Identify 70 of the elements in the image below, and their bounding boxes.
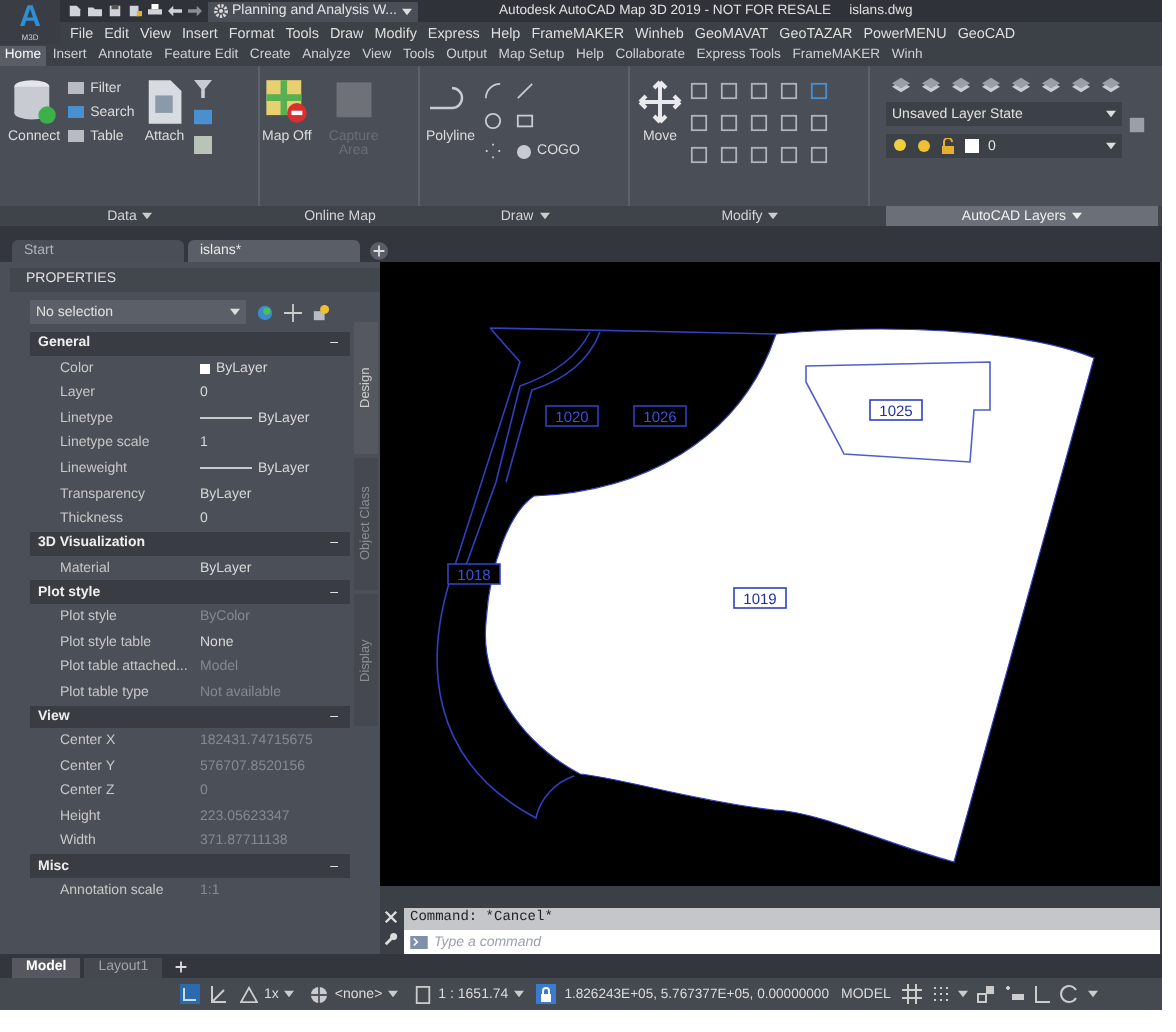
caret-icon[interactable] — [958, 990, 969, 998]
caret-icon — [230, 308, 240, 316]
dynamic-input-icon[interactable] — [1004, 984, 1025, 1004]
logo-letter: A — [19, 3, 41, 31]
circle-icon[interactable] — [483, 112, 502, 130]
map-off-icon — [264, 78, 309, 126]
map-sheet-icon[interactable] — [194, 136, 213, 154]
crosshair-icon[interactable] — [284, 303, 302, 321]
prompt-icon — [404, 930, 434, 954]
layer-tool-icon[interactable] — [892, 76, 910, 94]
caret-icon — [401, 7, 411, 15]
caret-icon — [539, 212, 550, 220]
undo-icon[interactable] — [168, 4, 182, 18]
grid-toggle-icon[interactable] — [180, 984, 200, 1004]
caret-icon — [142, 212, 153, 220]
caret-icon — [514, 990, 525, 998]
printer-icon[interactable] — [148, 4, 162, 18]
lock-icon[interactable] — [536, 984, 557, 1004]
snap-icon[interactable] — [930, 984, 951, 1004]
funnel-icon[interactable] — [194, 80, 213, 98]
move-arrows-icon — [638, 78, 682, 126]
rectangle-icon[interactable] — [515, 112, 534, 130]
sun-icon — [916, 138, 932, 154]
save-as-icon[interactable] — [128, 4, 142, 18]
line-sample-icon — [200, 466, 252, 471]
cogo-icon — [515, 143, 532, 159]
layer-tool-icon[interactable] — [1012, 76, 1030, 94]
new-tab-icon[interactable] — [370, 242, 388, 260]
line-sample-icon — [200, 416, 252, 421]
caret-icon — [1106, 110, 1116, 118]
bulb-icon — [892, 138, 908, 154]
layer-tool-icon[interactable] — [1102, 76, 1120, 94]
caret-icon[interactable] — [1088, 990, 1099, 998]
caret-icon — [284, 990, 295, 998]
infer-icon[interactable] — [976, 984, 997, 1004]
ortho-icon[interactable] — [1032, 984, 1053, 1004]
wrench-icon[interactable] — [384, 932, 398, 946]
gear-icon — [214, 4, 228, 18]
save-icon[interactable] — [108, 4, 122, 18]
lock-icon — [940, 138, 956, 154]
select-objects-icon[interactable] — [312, 303, 330, 321]
layer-tool-icon[interactable] — [982, 76, 1000, 94]
new-document-icon[interactable] — [68, 4, 82, 18]
arc-icon[interactable] — [483, 82, 502, 100]
grid-icon[interactable] — [902, 984, 923, 1004]
points-icon[interactable] — [483, 142, 502, 160]
layer-tool-icon[interactable] — [1128, 116, 1146, 134]
window-icon[interactable] — [194, 108, 213, 126]
caret-icon — [768, 212, 779, 220]
color-swatch-icon — [200, 363, 210, 374]
polar-icon[interactable] — [1060, 984, 1081, 1004]
caret-icon — [388, 990, 399, 998]
close-icon[interactable] — [384, 910, 398, 924]
layer-tool-icon[interactable] — [1072, 76, 1090, 94]
caret-icon — [1106, 142, 1116, 150]
layer-tool-icon[interactable] — [952, 76, 970, 94]
globe-icon — [310, 985, 329, 1003]
layer-tool-icon[interactable] — [922, 76, 940, 94]
database-icon — [12, 78, 57, 126]
ucs-icon[interactable] — [208, 984, 228, 1004]
quick-select-icon[interactable] — [256, 303, 274, 321]
warning-icon — [240, 985, 258, 1003]
add-layout-icon[interactable] — [172, 958, 191, 976]
caret-icon — [1072, 212, 1083, 220]
line-icon[interactable] — [515, 82, 534, 100]
folder-icon[interactable] — [88, 4, 102, 18]
paper-icon — [414, 985, 433, 1003]
color-swatch-icon — [964, 138, 980, 154]
layer-tool-icon[interactable] — [1042, 76, 1060, 94]
redo-icon[interactable] — [188, 4, 202, 18]
